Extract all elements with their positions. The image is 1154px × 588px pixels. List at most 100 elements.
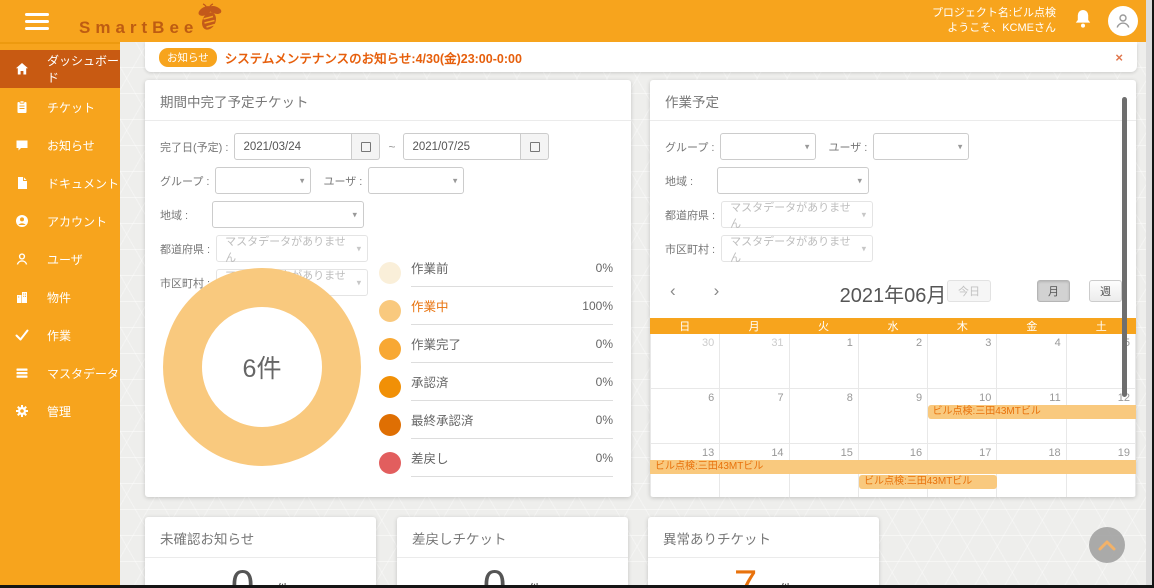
legend-label: 作業完了 [411,334,461,353]
donut-chart: 6件 [163,268,361,466]
calendar-day-cell[interactable]: 6 [650,389,720,444]
calendar-day-cell[interactable]: 2 [859,334,928,389]
summary-count: 0 [483,562,506,585]
summary-card-title: 差戻しチケット [397,517,628,558]
calendar-dow-label: 火 [789,318,858,334]
calendar-week-row: 13141516171819ビル点検:三田43MTビルビル点検:三田43MTビル [650,444,1136,497]
hamburger-menu-icon[interactable] [25,13,49,30]
schedule-card-title: 作業予定 [650,80,1136,121]
calendar-week-view-button[interactable]: 週 [1089,280,1122,302]
calendar-month-view-button[interactable]: 月 [1037,280,1070,302]
schedule-card: 作業予定 グループ : ユーザ : 地域 : 都道府県 : マスタデータがありま… [650,80,1136,497]
calendar-today-button[interactable]: 今日 [947,280,991,302]
prefecture-select[interactable]: マスタデータがありません [216,235,368,262]
calendar-day-cell[interactable]: 9 [859,389,928,444]
calendar-dow-label: 金 [997,318,1066,334]
user-filter-label: ユーザ : [828,139,867,155]
calendar-event[interactable]: ビル点検:三田43MTビル [650,460,1136,474]
sidebar-item-ticket[interactable]: チケット [0,88,120,126]
legend-percent: 0% [596,375,613,389]
legend-color-dot [379,376,401,398]
city-select[interactable]: マスタデータがありません [721,235,873,262]
sidebar-item-gear[interactable]: 管理 [0,392,120,430]
calendar-day-cell[interactable]: 1 [790,334,859,389]
announcement-icon [15,138,38,152]
app: SmartBee [0,0,1154,588]
scroll-to-top-button[interactable] [1089,527,1125,563]
calendar-dow-label: 木 [928,318,997,334]
legend-color-dot [379,414,401,436]
sidebar-item-account[interactable]: アカウント [0,202,120,240]
calendar-toolbar: ‹ › 2021年06月 今日 月 週 [664,278,1122,308]
group-select[interactable] [720,133,816,160]
notification-bell-icon[interactable] [1074,9,1092,34]
user-select[interactable] [368,167,464,194]
sidebar-item-document[interactable]: ドキュメント [0,164,120,202]
calendar-dow-label: 月 [719,318,788,334]
sidebar-item-label: ダッシュボード [47,52,120,86]
region-select[interactable] [212,201,364,228]
group-select[interactable] [215,167,311,194]
region-select[interactable] [717,167,869,194]
document-icon [15,176,38,190]
building-icon [15,290,38,304]
sidebar-item-label: ドキュメント [47,175,119,192]
user-icon [15,252,38,266]
calendar-dow-label: 日 [650,318,719,334]
sidebar-item-building[interactable]: 物件 [0,278,120,316]
calendar-event[interactable]: ビル点検:三田43MTビル [859,475,997,489]
legend-label: 作業中 [411,296,449,315]
pref-filter-label: 都道府県 : [160,241,210,257]
calendar-day-cell[interactable]: 8 [790,389,859,444]
sidebar-item-user[interactable]: ユーザ [0,240,120,278]
top-header: SmartBee [0,0,1154,42]
date-to-picker-button[interactable] [521,133,549,160]
date-filter-label: 完了日(予定) : [160,139,228,155]
brand-logo[interactable]: SmartBee [79,3,224,40]
legend-row: 作業中100% [379,296,613,325]
user-select[interactable] [873,133,969,160]
summary-count: 7 [734,562,757,585]
sidebar-item-label: ユーザ [47,251,83,268]
user-filter-label: ユーザ : [323,173,362,189]
calendar-day-cell[interactable]: 4 [997,334,1066,389]
sidebar-item-label: お知らせ [47,137,95,154]
calendar-event[interactable]: ビル点検:三田43MTビル [928,405,1136,419]
card-scrollbar[interactable] [1122,97,1127,397]
legend-row: 作業前0% [379,258,613,287]
summary-card-title: 異常ありチケット [648,517,879,558]
close-icon[interactable]: × [1115,50,1123,65]
legend-color-dot [379,452,401,474]
sidebar-item-label: チケット [47,99,95,116]
sidebar-item-check[interactable]: 作業 [0,316,120,354]
date-to-input[interactable] [403,133,521,160]
user-avatar[interactable] [1108,6,1138,36]
list-icon [15,366,38,380]
sidebar-item-announcement[interactable]: お知らせ [0,126,120,164]
bee-logo-icon [194,3,224,38]
date-from-input[interactable] [234,133,352,160]
brand-name: SmartBee [79,19,198,40]
prefecture-select[interactable]: マスタデータがありません [721,201,873,228]
check-icon [15,328,38,342]
region-filter-label: 地域 : [665,173,711,189]
calendar-day-header-row: 日月火水木金土 [650,318,1136,334]
calendar-day-cell[interactable]: 30 [650,334,720,389]
legend-color-dot [379,300,401,322]
calendar-week-row: 6789101112ビル点検:三田43MTビル [650,389,1136,444]
sidebar-item-label: マスタデータ [47,365,119,382]
date-from-picker-button[interactable] [352,133,380,160]
sidebar-item-home[interactable]: ダッシュボード [0,50,120,88]
notice-badge: お知らせ [159,48,217,67]
summary-card: 異常ありチケット7件 [648,517,879,585]
summary-card: 差戻しチケット0件 [397,517,628,585]
legend-label: 作業前 [411,258,449,277]
calendar-day-cell[interactable]: 31 [720,334,789,389]
legend-label: 差戻し [411,448,449,467]
calendar-day-cell[interactable]: 7 [720,389,789,444]
legend-percent: 0% [596,413,613,427]
sidebar-item-list[interactable]: マスタデータ [0,354,120,392]
calendar-day-cell[interactable]: 3 [928,334,997,389]
calendar-grid: 3031123456789101112ビル点検:三田43MTビル13141516… [650,334,1136,497]
summary-card: 未確認お知らせ0件 [145,517,376,585]
